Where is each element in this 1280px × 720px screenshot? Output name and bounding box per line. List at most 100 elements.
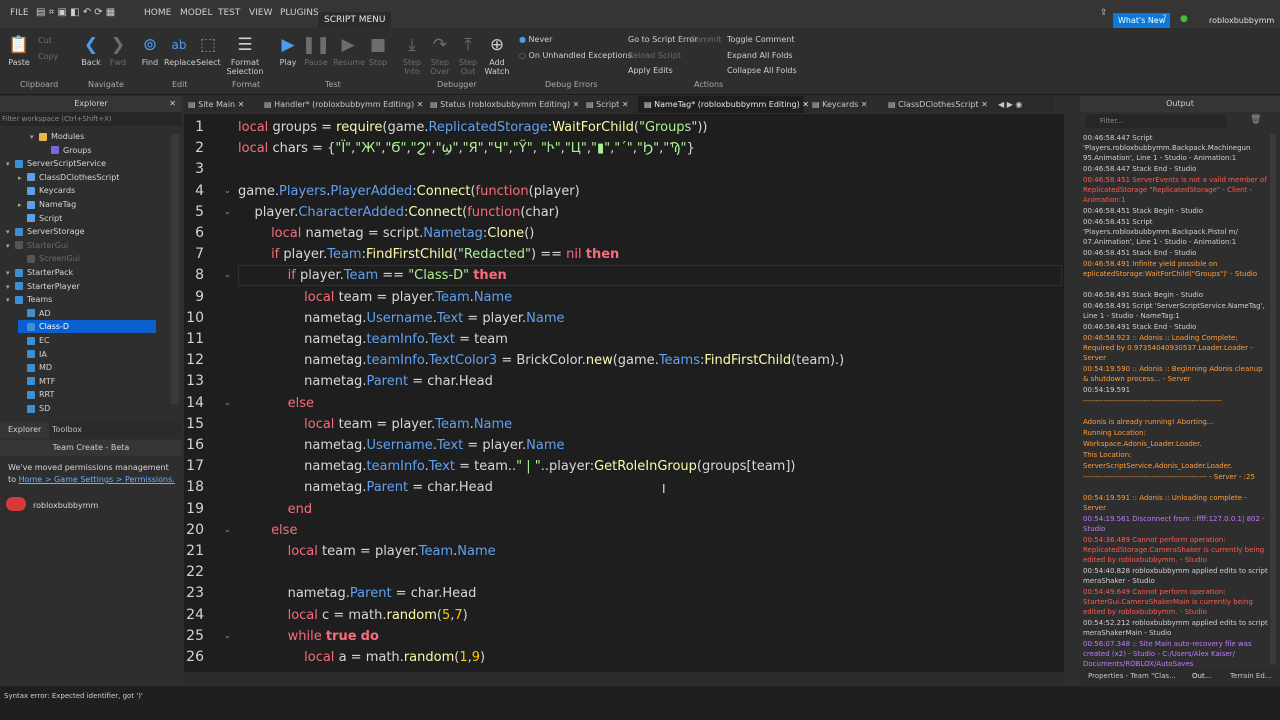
close-icon[interactable]: ✕ bbox=[169, 96, 176, 112]
tab-handler[interactable]: ▤ Handler* (robloxbubbymm Editing) ✕ bbox=[264, 96, 434, 113]
tab-plugins[interactable]: PLUGINS bbox=[280, 8, 319, 18]
toolbox-tab[interactable]: Toolbox bbox=[52, 422, 82, 438]
explorer-item[interactable]: ▸ NameTag bbox=[18, 198, 76, 211]
pause-button[interactable]: ❚❚ Pause bbox=[302, 34, 331, 67]
fold-toggle-icon[interactable]: ⌄ bbox=[224, 186, 231, 195]
code-line[interactable]: nametag.Parent = char.Head bbox=[238, 374, 493, 389]
cut-button[interactable]: Cut bbox=[38, 36, 52, 45]
code-line[interactable]: nametag.Parent = char.Head bbox=[238, 480, 493, 495]
code-line[interactable]: game.Players.PlayerAdded:Connect(functio… bbox=[238, 184, 580, 199]
commit-button[interactable]: Commit bbox=[690, 35, 721, 44]
copy-button[interactable]: Copy bbox=[38, 52, 58, 61]
code-line[interactable]: if player.Team == "Class-D" then bbox=[238, 268, 507, 283]
code-line[interactable]: nametag.teamInfo.Text = team.." | "..pla… bbox=[238, 459, 795, 474]
step-out-button[interactable]: ⤒ Step Out bbox=[456, 34, 480, 76]
explorer-item[interactable]: ▾ ServerStorage bbox=[6, 225, 85, 238]
code-line[interactable]: else bbox=[238, 523, 297, 538]
step-over-button[interactable]: ↷ Step Over bbox=[428, 34, 452, 76]
expand-arrow-icon[interactable]: ▾ bbox=[30, 131, 39, 144]
on-unhandled-option[interactable]: ○ On Unhandled Exceptions bbox=[519, 51, 632, 60]
code-line[interactable]: nametag.Username.Text = player.Name bbox=[238, 311, 564, 326]
help-icon[interactable]: ? bbox=[1162, 14, 1167, 24]
collapse-all-folds-button[interactable]: Collapse All Folds bbox=[727, 66, 797, 75]
tab-view[interactable]: VIEW bbox=[249, 8, 272, 18]
expand-all-folds-button[interactable]: Expand All Folds bbox=[727, 51, 793, 60]
output-filter-input[interactable]: Filter... bbox=[1086, 114, 1226, 128]
reload-script-button[interactable]: Reload Script bbox=[628, 51, 681, 60]
explorer-item[interactable]: ▾ Modules bbox=[30, 130, 84, 143]
fold-toggle-icon[interactable]: ⌄ bbox=[224, 525, 231, 534]
explorer-item[interactable]: ScreenGui bbox=[18, 252, 80, 265]
tab-status[interactable]: ▤ Status (robloxbubbymm Editing) ✕ bbox=[430, 96, 579, 113]
clear-output-icon[interactable]: 🗑 bbox=[1250, 115, 1261, 125]
explorer-item[interactable]: MTF bbox=[18, 375, 55, 388]
code-line[interactable]: local chars = {"Ϊ","Ж","Ϭ","Ϩ","ϣ","Я","… bbox=[238, 141, 695, 156]
permissions-link[interactable]: Home > Game Settings > Permissions. bbox=[19, 475, 175, 484]
explorer-filter-input[interactable]: Filter workspace (Ctrl+Shift+X) bbox=[0, 112, 182, 126]
find-button[interactable]: ⊚ Find bbox=[138, 34, 162, 67]
explorer-item[interactable]: AD bbox=[18, 307, 51, 320]
tab-nametag[interactable]: ▤ NameTag* (robloxbubbymm Editing) ✕ bbox=[638, 96, 809, 113]
code-line[interactable]: nametag.teamInfo.Text = team bbox=[238, 332, 508, 347]
tab-script[interactable]: ▤ Script ✕ bbox=[586, 96, 638, 113]
explorer-item[interactable]: IA bbox=[18, 348, 47, 361]
code-line[interactable]: local groups = require(game.ReplicatedSt… bbox=[238, 120, 707, 135]
expand-arrow-icon[interactable]: ▾ bbox=[6, 226, 15, 239]
select-button[interactable]: ⬚ Select bbox=[196, 34, 221, 67]
explorer-item[interactable]: ▾ StarterGui bbox=[6, 239, 68, 252]
fold-toggle-icon[interactable]: ⌄ bbox=[224, 207, 231, 216]
code-line[interactable]: player.CharacterAdded:Connect(function(c… bbox=[238, 205, 560, 220]
apply-edits-button[interactable]: Apply Edits bbox=[628, 66, 673, 75]
step-into-button[interactable]: ⤓ Step Into bbox=[400, 34, 424, 76]
output-scrollbar[interactable] bbox=[1270, 134, 1276, 664]
code-line[interactable]: nametag.Parent = char.Head bbox=[238, 586, 477, 601]
explorer-item[interactable]: ▾ StarterPack bbox=[6, 266, 73, 279]
toggle-comment-button[interactable]: Toggle Comment bbox=[727, 35, 794, 44]
file-menu[interactable]: FILE bbox=[10, 8, 29, 18]
explorer-item[interactable]: ▸ ClassDClothesScript bbox=[18, 171, 119, 184]
expand-arrow-icon[interactable]: ▾ bbox=[6, 294, 15, 307]
explorer-item[interactable]: EC bbox=[18, 334, 50, 347]
terrain-editor-tab[interactable]: Terrain Ed... bbox=[1230, 672, 1271, 680]
tab-model[interactable]: MODEL bbox=[180, 8, 212, 18]
tab-scroll-arrows[interactable]: ◀ ▶ ◉ bbox=[998, 96, 1050, 113]
fold-toggle-icon[interactable]: ⌄ bbox=[224, 631, 231, 640]
explorer-item[interactable]: Script bbox=[18, 212, 62, 225]
play-button[interactable]: ▶ Play bbox=[276, 34, 300, 67]
never-option[interactable]: ● Never bbox=[519, 35, 552, 44]
explorer-item[interactable]: Class-D bbox=[18, 320, 156, 334]
code-line[interactable]: else bbox=[238, 396, 314, 411]
expand-arrow-icon[interactable]: ▸ bbox=[18, 199, 27, 212]
expand-arrow-icon[interactable]: ▸ bbox=[18, 172, 27, 185]
output-tab[interactable]: Out... bbox=[1192, 672, 1211, 680]
code-line[interactable]: local nametag = script.Nametag:Clone() bbox=[238, 226, 534, 241]
code-line[interactable]: if player.Team:FindFirstChild("Redacted"… bbox=[238, 247, 619, 262]
code-line[interactable]: local team = player.Team.Name bbox=[238, 544, 496, 559]
explorer-item[interactable]: RRT bbox=[18, 388, 54, 401]
expand-arrow-icon[interactable]: ▾ bbox=[6, 240, 15, 253]
explorer-item[interactable]: ▾ StarterPlayer bbox=[6, 280, 80, 293]
explorer-item[interactable]: Groups bbox=[42, 144, 92, 157]
stop-button[interactable]: ■ Stop bbox=[366, 34, 390, 67]
back-button[interactable]: ❮ Back bbox=[79, 34, 103, 67]
tab-site-main[interactable]: ▤ Site Main ✕ bbox=[188, 96, 258, 113]
expand-arrow-icon[interactable]: ▾ bbox=[6, 267, 15, 280]
code-line[interactable]: end bbox=[238, 502, 313, 517]
format-selection-button[interactable]: ☰ Format Selection bbox=[226, 34, 264, 76]
code-line[interactable]: nametag.Username.Text = player.Name bbox=[238, 438, 564, 453]
go-to-script-error-button[interactable]: Go to Script Error bbox=[628, 35, 697, 44]
add-watch-button[interactable]: ⊕ Add Watch bbox=[484, 34, 510, 76]
forward-button[interactable]: ❯ Fwd bbox=[106, 34, 130, 67]
fold-toggle-icon[interactable]: ⌄ bbox=[224, 270, 231, 279]
tab-classdclothesscript[interactable]: ▤ ClassDClothesScript ✕ bbox=[888, 96, 994, 113]
code-line[interactable]: local a = math.random(1,9) bbox=[238, 650, 485, 665]
replace-button[interactable]: ab Replace bbox=[164, 34, 196, 67]
explorer-tab[interactable]: Explorer bbox=[0, 422, 50, 438]
explorer-item[interactable]: ▾ ServerScriptService bbox=[6, 157, 106, 170]
code-line[interactable]: local c = math.random(5,7) bbox=[238, 608, 468, 623]
tab-script-menu[interactable]: SCRIPT MENU bbox=[318, 12, 392, 28]
tab-test[interactable]: TEST bbox=[218, 8, 240, 18]
fold-toggle-icon[interactable]: ⌄ bbox=[224, 398, 231, 407]
expand-arrow-icon[interactable]: ▾ bbox=[6, 281, 15, 294]
code-line[interactable]: nametag.teamInfo.TextColor3 = BrickColor… bbox=[238, 353, 844, 368]
